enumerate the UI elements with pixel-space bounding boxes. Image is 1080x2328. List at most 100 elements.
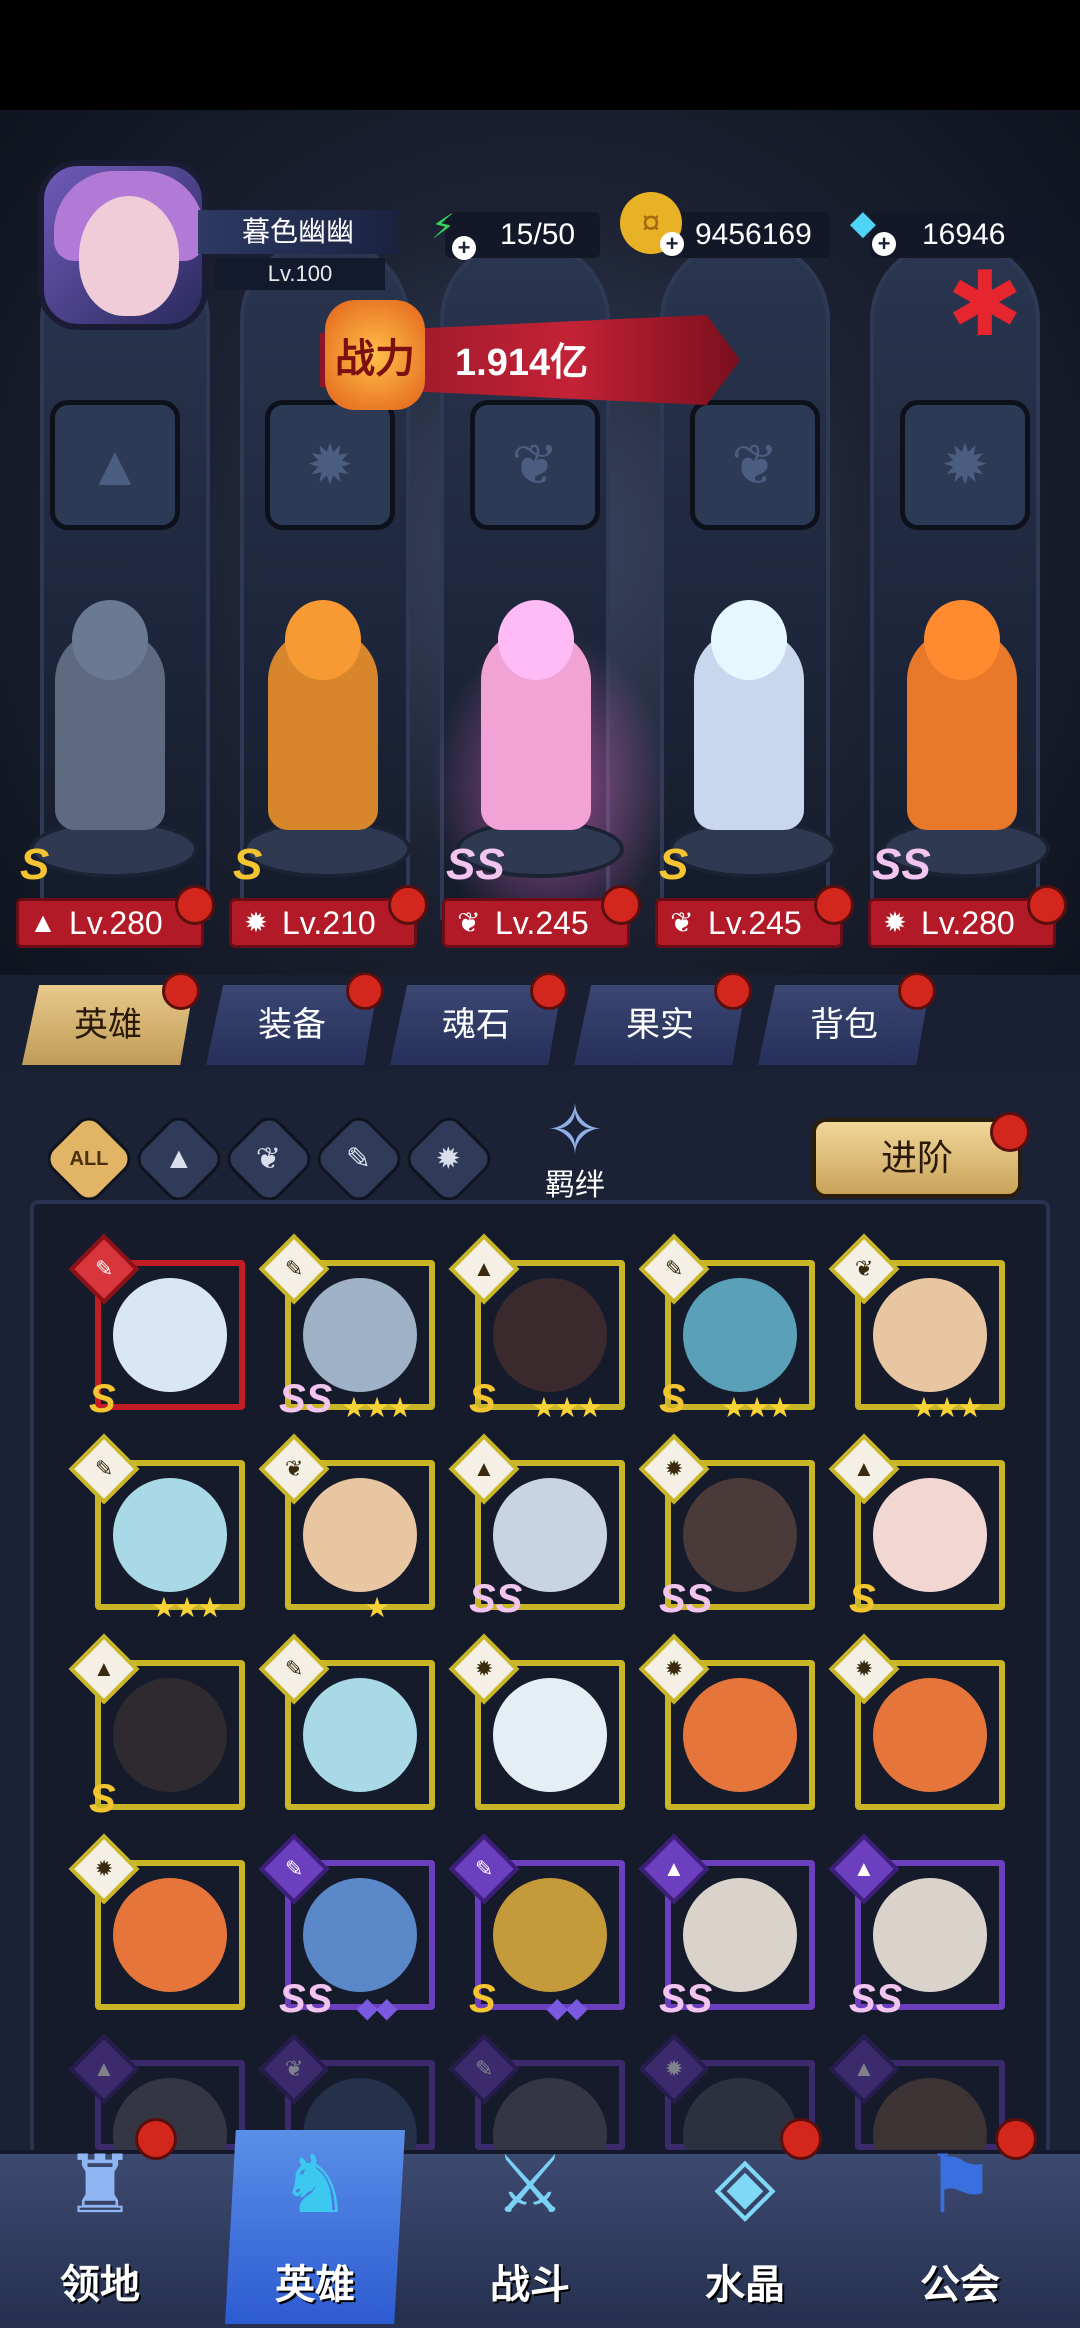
hero-portrait — [873, 1878, 987, 1992]
add-gold-icon[interactable]: + — [660, 232, 684, 256]
hero-card[interactable]: ✎ SS ★★★ — [258, 1233, 435, 1423]
hero-card[interactable]: ✎ — [258, 1633, 435, 1810]
hero-card[interactable]: ❦ ★ — [258, 1433, 435, 1623]
hero-card[interactable]: ▲ SS — [448, 1433, 625, 1621]
power-value: 1.914亿 — [455, 342, 589, 384]
lineup-hero[interactable]: SS — [862, 600, 1062, 900]
notification-dot — [814, 885, 854, 925]
add-energy-icon[interactable]: + — [452, 236, 476, 260]
hero-rank: SS — [659, 1577, 713, 1621]
nav-castle[interactable]: ♜ 领地 — [10, 2130, 190, 2324]
nav-banner[interactable]: ⚑ 公会 — [870, 2130, 1050, 2324]
wing-emblem-icon: ❦ — [470, 400, 600, 530]
hero-rank: S — [469, 1977, 496, 2021]
player-avatar[interactable] — [38, 160, 208, 330]
hero-level: Lv.245 — [495, 905, 589, 941]
lineup-hero[interactable]: S — [223, 600, 423, 900]
hero-head — [498, 600, 574, 680]
hero-stars: ★★★ — [531, 1392, 602, 1423]
hero-portrait — [493, 1678, 607, 1792]
hero-card[interactable]: ✹ SS — [638, 1433, 815, 1621]
notification-dot — [898, 972, 936, 1010]
hero-portrait — [683, 1878, 797, 1992]
nav-label: 公会 — [920, 2263, 1000, 2307]
hero-portrait — [873, 1478, 987, 1592]
hero-stars: ★★★ — [721, 1392, 792, 1423]
gold-coin-icon[interactable]: ¤ + — [620, 192, 684, 256]
add-diamond-icon[interactable]: + — [872, 232, 896, 256]
notification-dot — [530, 972, 568, 1010]
hero-rank: S — [89, 1377, 116, 1421]
nav-sword[interactable]: ⚔ 战斗 — [440, 2130, 620, 2324]
wing-emblem-icon: ❦ — [690, 400, 820, 530]
hero-portrait — [113, 1678, 227, 1792]
wing-icon: ❦ — [457, 907, 481, 938]
lineup-hero[interactable]: S — [10, 600, 210, 900]
hero-card[interactable]: ✹ — [828, 1633, 1005, 1810]
hero-portrait — [303, 1278, 417, 1392]
status-bar — [0, 0, 1080, 110]
nav-label: 战斗 — [490, 2263, 570, 2307]
hero-head — [285, 600, 361, 680]
player-name: 暮色幽幽 — [198, 210, 398, 254]
lineup-hero[interactable]: SS — [436, 600, 636, 900]
wrench-icon: ✎ — [346, 1142, 372, 1176]
nav-label: 水晶 — [705, 2263, 785, 2307]
bond-label[interactable]: 羁绊 — [530, 1168, 620, 1204]
hero-card[interactable]: ✹ — [638, 1633, 815, 1810]
hero-card[interactable]: ✎ S ★★★ — [638, 1233, 815, 1423]
hero-card[interactable]: ✎ S — [68, 1233, 245, 1421]
hero-rank: S — [659, 840, 689, 889]
hero-card[interactable]: ✎ S ◆◆ — [448, 1833, 625, 2023]
hero-portrait — [683, 1678, 797, 1792]
hero-portrait — [303, 1878, 417, 1992]
hero-stars: ★★★ — [911, 1392, 982, 1423]
notification-dot — [388, 885, 428, 925]
hero-card[interactable]: ✎ SS ◆◆ — [258, 1833, 435, 2023]
nav-crystal[interactable]: ◈ 水晶 — [655, 2130, 835, 2324]
hero-card[interactable]: ❦ ★★★ — [828, 1233, 1005, 1423]
hero-level: Lv.210 — [282, 905, 376, 941]
nav-hero[interactable]: ♞ 英雄 — [225, 2130, 405, 2324]
lineup-hero[interactable]: S — [649, 600, 849, 900]
hero-level: Lv.280 — [921, 905, 1015, 941]
hero-card[interactable]: ✹ — [68, 1833, 245, 2010]
diamond-counter: 16946 — [870, 212, 1040, 258]
hero-rank: S — [469, 1377, 496, 1421]
hero-stars: ★★★ — [151, 1592, 222, 1623]
beast-emblem-icon: ✹ — [265, 400, 395, 530]
hero-card[interactable]: ▲ SS — [638, 1833, 815, 2021]
hero-level: Lv.245 — [708, 905, 802, 941]
hero-head — [711, 600, 787, 680]
hero-portrait — [873, 1678, 987, 1792]
hero-rank: S — [89, 1777, 116, 1821]
hero-portrait — [493, 1278, 607, 1392]
diamond-icon[interactable]: ◆ + — [832, 192, 896, 256]
nav-label: 英雄 — [275, 2263, 355, 2307]
castle-icon: ♜ — [64, 2140, 136, 2229]
notification-dot — [990, 1112, 1030, 1152]
hero-level-plate: ▲ Lv.280 — [16, 885, 215, 948]
sword-icon: ⚔ — [494, 2140, 566, 2229]
notification-dot — [1027, 885, 1067, 925]
wing-icon: ❦ — [670, 907, 694, 938]
hero-stars: ◆◆ — [546, 1992, 587, 2023]
hero-card[interactable]: ✹ — [448, 1633, 625, 1810]
hero-card[interactable]: ▲ S — [68, 1633, 245, 1821]
bond-icon[interactable]: ✧ — [520, 1090, 630, 1170]
settings-gear-icon[interactable]: ✱ — [930, 260, 1040, 350]
energy-bolt-icon[interactable]: ⚡ + — [412, 196, 476, 260]
notification-dot — [780, 2118, 822, 2160]
hero-card[interactable]: ▲ S ★★★ — [448, 1233, 625, 1423]
notification-dot — [162, 972, 200, 1010]
notification-dot — [714, 972, 752, 1010]
hero-card[interactable]: ▲ S — [828, 1433, 1005, 1621]
notification-dot — [175, 885, 215, 925]
hero-card[interactable]: ▲ SS — [828, 1833, 1005, 2021]
hero-rank: SS — [872, 840, 931, 889]
hero-rank: SS — [659, 1977, 713, 2021]
hero-card[interactable]: ✎ ★★★ — [68, 1433, 245, 1623]
hero-icon: ♞ — [279, 2140, 351, 2229]
hero-head — [924, 600, 1000, 680]
nav-label: 领地 — [60, 2263, 140, 2307]
